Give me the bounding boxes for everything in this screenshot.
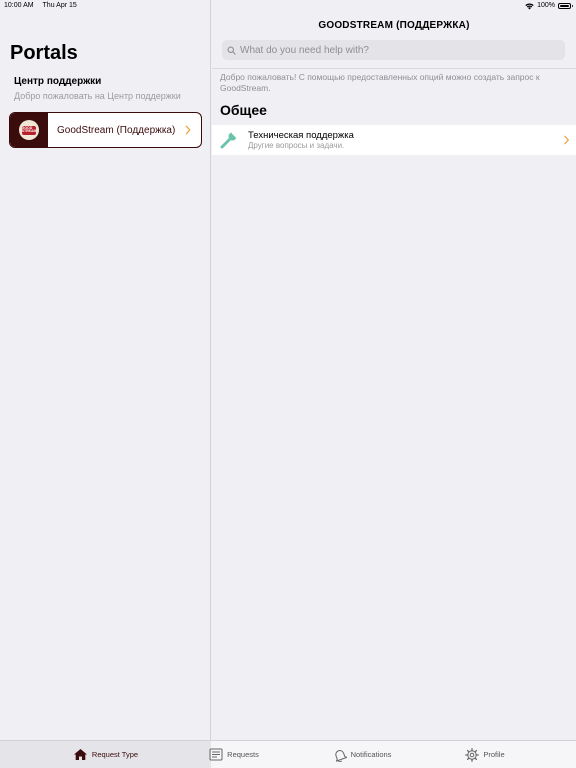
status-date: Thu Apr 15	[42, 2, 77, 9]
portal-item-goodstream[interactable]: GOOD STREAM GoodStream (Поддержка)	[9, 112, 202, 148]
tab-label: Requests	[227, 750, 259, 759]
request-type-item[interactable]: Техническая поддержка Другие вопросы и з…	[212, 125, 576, 155]
portal-logo: GOOD STREAM	[10, 113, 48, 147]
gear-icon	[465, 747, 480, 762]
help-center-title: Центр поддержки	[14, 76, 102, 87]
chevron-right-icon	[564, 135, 569, 145]
battery-icon	[558, 3, 573, 9]
sidebar: Portals Центр поддержки Добро пожаловать…	[0, 0, 211, 740]
tab-label: Notifications	[350, 750, 392, 759]
portal-label: GoodStream (Поддержка)	[57, 124, 176, 136]
status-bar: 10:00 AM Thu Apr 15 100%	[0, 0, 576, 12]
requests-icon	[209, 748, 223, 761]
tab-request-type[interactable]: Request Type	[0, 741, 211, 768]
search-icon	[227, 46, 236, 55]
status-time: 10:00 AM	[4, 2, 34, 9]
tab-bar: Request Type Requests Notifications Prof…	[0, 740, 576, 768]
divider	[212, 68, 576, 69]
tab-notifications[interactable]: Notifications	[326, 741, 398, 768]
chevron-right-icon	[185, 125, 191, 135]
battery-percent: 100%	[537, 2, 555, 9]
bell-icon	[334, 749, 347, 762]
wrench-icon	[220, 131, 238, 149]
search-input[interactable]	[240, 44, 560, 56]
page-title: GOODSTREAM (ПОДДЕРЖКА)	[318, 20, 470, 31]
wifi-icon	[525, 2, 534, 9]
tab-requests[interactable]: Requests	[204, 741, 264, 768]
tab-label: Profile	[483, 750, 505, 759]
search-bar[interactable]	[222, 40, 565, 60]
request-type-title: Техническая поддержка	[248, 129, 354, 141]
group-title: Общее	[220, 102, 267, 118]
portal-logo-text: GOOD STREAM	[22, 125, 36, 135]
home-icon	[73, 749, 87, 760]
tab-label: Request Type	[91, 750, 139, 759]
welcome-text: Добро пожаловать! С помощью предоставлен…	[220, 72, 540, 93]
sidebar-title: Portals	[10, 42, 78, 64]
request-type-subtitle: Другие вопросы и задачи.	[248, 140, 345, 150]
tab-profile[interactable]: Profile	[460, 741, 510, 768]
main-panel: GOODSTREAM (ПОДДЕРЖКА) Добро пожаловать!…	[212, 0, 576, 740]
help-center-subtitle: Добро пожаловать на Центр поддержки	[14, 91, 181, 101]
